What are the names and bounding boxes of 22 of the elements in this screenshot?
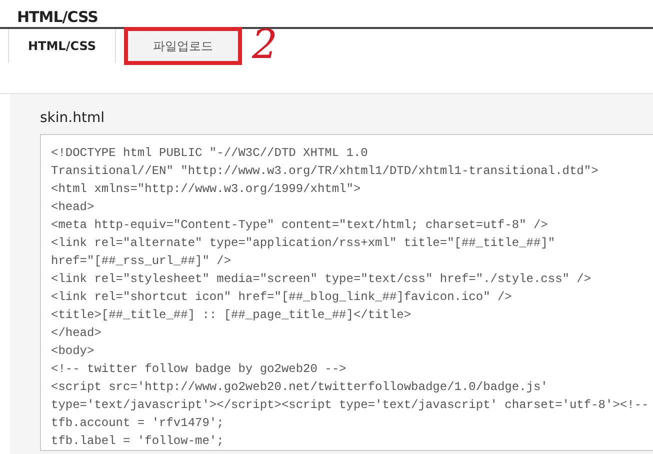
code-line: </head> (51, 325, 102, 342)
code-line: <meta http-equiv="Content-Type" content="text/html; charset=utf-8" /> (51, 217, 548, 234)
code-line: <html xmlns="http://www.w3.org/1999/xhtml"> (51, 181, 361, 198)
code-line: <body> (51, 343, 94, 360)
page-title: HTML/CSS (16, 7, 99, 27)
code-line: <!-- twitter follow badge by go2web20 --> (51, 361, 346, 378)
code-line: tfb.label = 'follow-me'; (51, 433, 224, 450)
code-line: <title>[##_title_##] :: [##_page_title_##]</title> (51, 307, 412, 324)
code-line: type='text/javascript'></script><script type='text/javascript' charset='utf-8'><!-- (51, 397, 649, 414)
code-line: href="[##_rss_url_##]" /> (51, 253, 232, 270)
code-line: tfb.account = 'rfv1479'; (51, 415, 224, 432)
code-line: <!DOCTYPE html PUBLIC "-//W3C//DTD XHTML 1.0 (51, 145, 368, 162)
code-line: <script src='http://www.go2web20.net/twitterfollowbadge/1.0/badge.js' (51, 379, 548, 396)
file-name: skin.html (40, 110, 106, 126)
code-line: <head> (51, 199, 94, 216)
code-line: <link rel="alternate" type="application/rss+xml" title="[##_title_##]" (51, 235, 556, 252)
tab[interactable]: HTML/CSS (8, 29, 116, 63)
tab[interactable]: 파일업로드 (126, 29, 240, 63)
annotation-number: 2 (252, 25, 278, 65)
code-line: <link rel="stylesheet" media="screen" type="text/css" href="./style.css" /> (51, 271, 592, 288)
code-line: Transitional//EN" "http://www.w3.org/TR/xhtml1/DTD/xhtml1-transitional.dtd"> (51, 163, 598, 180)
code-line: <link rel="shortcut icon" href="[##_blog_link_##]favicon.ico" /> (51, 289, 512, 306)
